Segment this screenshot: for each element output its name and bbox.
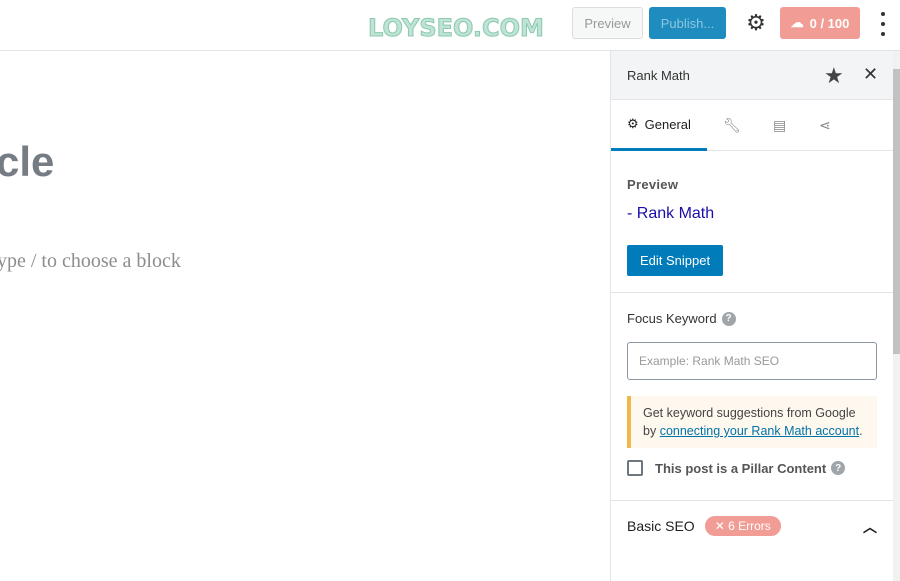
tab-social-share-icon[interactable]: ⋖ — [819, 100, 831, 151]
settings-gear-icon[interactable]: ⚙ — [745, 12, 767, 34]
sidebar-scrollbar[interactable] — [893, 51, 900, 581]
sidebar-title: Rank Math — [627, 67, 690, 83]
sidebar-tabs: ⚙ General 🔧︎ ▤ ⋖ — [611, 100, 893, 151]
gear-icon: ⚙ — [627, 116, 639, 131]
publish-button[interactable]: Publish... — [649, 7, 726, 39]
focus-keyword-label: Focus Keyword — [627, 311, 717, 326]
top-toolbar: LOYSEO.COM Preview Publish... ⚙ ☁ 0 / 100 — [0, 0, 900, 51]
rank-math-score-button[interactable]: ☁ 0 / 100 — [780, 7, 860, 39]
focus-keyword-input[interactable]: Example: Rank Math SEO — [627, 342, 877, 380]
chevron-up-icon[interactable]: ︿ — [863, 517, 877, 537]
rank-math-sidebar: Rank Math ★ ✕ ⚙ General 🔧︎ ▤ ⋖ Preview - … — [610, 51, 893, 581]
help-icon[interactable]: ? — [721, 311, 736, 326]
snippet-preview-link[interactable]: - Rank Math — [627, 205, 877, 223]
errors-badge: ✕ 6 Errors — [704, 516, 781, 536]
pillar-content-row: This post is a Pillar Content ? — [627, 460, 877, 476]
star-icon[interactable]: ★ — [824, 63, 844, 89]
basic-seo-label: Basic SEO — [627, 518, 695, 534]
notice-period: . — [859, 424, 863, 438]
preview-button[interactable]: Preview — [572, 7, 643, 39]
post-title[interactable]: cle — [0, 138, 54, 186]
pillar-content-label[interactable]: This post is a Pillar Content — [655, 461, 826, 476]
watermark-logo: LOYSEO.COM — [368, 14, 545, 43]
rank-math-logo-icon: ☁ — [790, 15, 804, 30]
preview-label: Preview — [627, 177, 679, 192]
tab-label: General — [644, 116, 691, 132]
score-label: 0 / 100 — [809, 15, 850, 31]
help-icon[interactable]: ? — [831, 461, 846, 475]
focus-keyword-section: Focus Keyword? Example: Rank Math SEO Ge… — [611, 293, 893, 501]
keyword-suggestion-notice: Get keyword suggestions from Google by c… — [627, 396, 877, 448]
basic-seo-panel-toggle[interactable]: Basic SEO ✕ 6 Errors ︿ — [611, 501, 893, 551]
close-icon[interactable]: ✕ — [863, 64, 878, 85]
tab-general[interactable]: ⚙ General — [611, 100, 707, 151]
block-placeholder[interactable]: ype / to choose a block — [0, 250, 181, 273]
connect-account-link[interactable]: connecting your Rank Math account — [660, 424, 859, 438]
pillar-content-checkbox[interactable] — [627, 460, 643, 476]
preview-section: Preview - Rank Math Edit Snippet — [611, 151, 893, 293]
tab-schema-document-icon[interactable]: ▤ — [773, 100, 786, 151]
more-options-icon[interactable] — [877, 12, 889, 36]
edit-snippet-button[interactable]: Edit Snippet — [627, 245, 724, 276]
sidebar-header: Rank Math ★ ✕ — [611, 51, 893, 100]
tab-advanced-wrench-icon[interactable]: 🔧︎ — [723, 100, 741, 151]
